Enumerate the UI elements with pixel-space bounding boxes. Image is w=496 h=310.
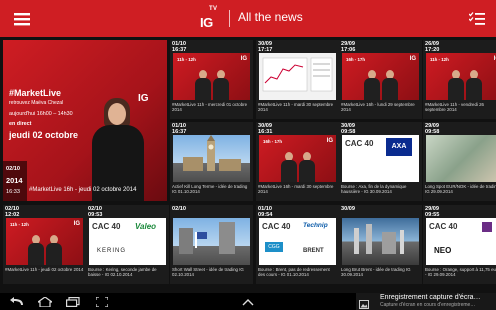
marketlive-thumbnail: 11h - 12hIG [426, 53, 496, 100]
tile-caption: Bourse : Brent, pas de redressement des … [258, 267, 330, 278]
tile-caption: #MarketLive 16h - lundi 29 septembre 201… [341, 102, 415, 113]
featured-date-box: 02/10 2014 16:33 [3, 161, 27, 201]
screenshot-notification[interactable]: Enregistrement capture d'écra… Capture d… [356, 293, 496, 310]
tile-date: 30/09 17:17 [258, 41, 273, 53]
tile-caption: Long Spot EUR/NOK - idée de trading IG 2… [425, 184, 496, 195]
video-tile[interactable]: 01/10 16:37 11h - 12h IG #MarketLive 11h -… [170, 40, 253, 119]
tile-caption: #MarketLive 11h - jeudi 02 octobre 2014 [5, 267, 84, 272]
recent-apps-icon[interactable] [64, 293, 82, 310]
tile-caption: Short Wall Street - idée de trading IG 0… [172, 267, 244, 278]
title-divider [229, 10, 230, 27]
tile-date: 29/09 17:06 [341, 41, 356, 53]
video-tile[interactable]: 02/10 12:02 11h - 12h IG #MarketLive 11h -… [3, 205, 86, 284]
video-tile[interactable]: 29/09 17:06 16h - 17h IG #MarketLive 16h -… [339, 40, 422, 119]
tile-date: 02/10 09:53 [88, 206, 103, 218]
tile-caption: Bourse : Orange, support à 11,75 euros -… [425, 267, 496, 278]
tile-date: 01/10 09:54 [258, 206, 273, 218]
chart-thumbnail [259, 53, 336, 100]
featured-subtitle: retrouvez Maëva Chezal [9, 100, 64, 106]
gallery-image-icon [359, 296, 369, 309]
tile-date: 30/09 [341, 206, 355, 212]
screenshot-icon[interactable] [93, 293, 111, 310]
hamburger-menu-icon[interactable] [3, 0, 40, 37]
purple-logo-icon [482, 222, 492, 232]
tile-caption: Long Brut Brent - idée de trading IG 30.… [341, 267, 411, 278]
tile-date: 02/10 12:02 [5, 206, 20, 218]
refinery-thumbnail [342, 218, 419, 265]
tile-caption: Actief Kill Long Terme - idée de trading… [172, 184, 248, 195]
tile-date: 26/09 17:20 [425, 41, 440, 53]
tile-caption: #MarketLive 11h - mardi 30 septembre 201… [258, 102, 334, 113]
video-tile[interactable]: 26/0917:20 11h - 12hIG #MarketLive 11h -… [423, 40, 496, 119]
tile-caption: #MarketLive 16h - mardi 30 septembre 201… [258, 184, 334, 195]
video-tile[interactable]: 30/09 16:31 16h - 17h IG #MarketLive 16h -… [256, 122, 339, 201]
featured-date: 02/10 [6, 166, 20, 172]
top-bar: TV IG All the news [0, 0, 496, 37]
video-tile[interactable]: 30/09 09:58 CAC 40 AXA Bourse : Axa, fin … [339, 122, 422, 201]
featured-timestamp: 16:33 [6, 189, 20, 195]
video-tile[interactable]: 30/09 17:17 #MarketLive 11h - mardi 30 se… [256, 40, 339, 119]
tile-date: 29/09 09:55 [425, 206, 440, 218]
video-tile[interactable]: 02/10 09:53 CAC 40 Valeo KERING Bourse : … [86, 205, 169, 284]
featured-video-tile[interactable]: #MarketLive retrouvez Maëva Chezal aujou… [3, 40, 167, 201]
tile-date: 29/09 09:58 [425, 123, 440, 135]
app-root: TV IG All the news #MarketLive retrouvez… [0, 0, 496, 310]
logo-ig-text: IG [200, 15, 213, 30]
tile-date: 01/10 16:37 [172, 123, 187, 135]
cac40-kering-thumbnail: CAC 40 Valeo KERING [89, 218, 166, 265]
cac40-orange-thumbnail: CAC 40 NEO [426, 218, 496, 265]
tile-caption: #MarketLive 11h - mercredi 01 octobre 20… [172, 102, 248, 113]
banknotes-thumbnail [426, 135, 496, 182]
notification-title: Enregistrement capture d'écra… [380, 294, 481, 301]
tile-date: 30/09 09:58 [341, 123, 356, 135]
big-ben-thumbnail [173, 135, 250, 182]
wall-street-thumbnail [173, 218, 250, 265]
marketlive-thumbnail: 16h - 17h IG [342, 53, 419, 100]
ig-tv-logo: TV IG [200, 6, 222, 32]
featured-day: jeudi 02 octobre [9, 130, 79, 140]
video-tile[interactable]: 29/09 09:58 Long Spot EUR/NOK - idée de t… [423, 122, 496, 201]
video-tile[interactable]: 29/09 09:55 CAC 40 NEO Bourse : Orange, s… [423, 205, 496, 284]
tile-caption: Bourse : Axa, fin de la dynamique haussi… [341, 184, 407, 195]
video-tile[interactable]: 01/10 09:54 CAC 40 Technip CGG BRENT Bour… [256, 205, 339, 284]
notification-subtitle: Capture d'écran en cours d'enregistreme… [380, 302, 476, 308]
home-icon[interactable] [36, 293, 54, 310]
video-tile[interactable]: 30/09 Long Brut Brent - idée de trading … [339, 205, 422, 284]
tile-date: 30/09 16:31 [258, 123, 273, 135]
page-title: All the news [238, 10, 303, 24]
marketlive-thumbnail: 11h - 12hIG [173, 53, 250, 100]
checklist-filter-icon[interactable] [458, 0, 495, 37]
featured-time: aujourd'hui 16h00 – 14h30 [9, 111, 73, 117]
video-tile[interactable]: 01/10 16:37 Actief Kill Long Terme - idée… [170, 122, 253, 201]
back-icon[interactable] [8, 293, 26, 310]
tile-caption: Bourse : Kering, seconde jambe de baisse… [88, 267, 157, 278]
logo-tv-text: TV [209, 6, 218, 12]
featured-year: 2014 [6, 176, 23, 185]
tile-date: 02/10 [172, 206, 186, 212]
chevron-up-icon[interactable] [239, 293, 257, 310]
featured-caption: #MarketLive 16h - jeudi 02 octobre 2014 [29, 187, 137, 193]
presenter-image [88, 98, 148, 201]
cac40-brent-thumbnail: CAC 40 Technip CGG BRENT [259, 218, 336, 265]
cac40-axa-thumbnail: CAC 40 AXA [342, 135, 419, 182]
marketlive-thumbnail: 16h - 17h IG [259, 135, 336, 182]
featured-live: en direct [9, 121, 32, 127]
tile-date: 01/10 16:37 [172, 41, 187, 53]
marketlive-thumbnail: 11h - 12hIG [6, 218, 83, 265]
featured-brand: #MarketLive [9, 88, 62, 98]
tile-caption: #MarketLive 11h - vendredi 26 septembre … [425, 102, 484, 113]
video-tile[interactable]: 02/10 Short Wall Street - idée de tradin… [170, 205, 253, 284]
